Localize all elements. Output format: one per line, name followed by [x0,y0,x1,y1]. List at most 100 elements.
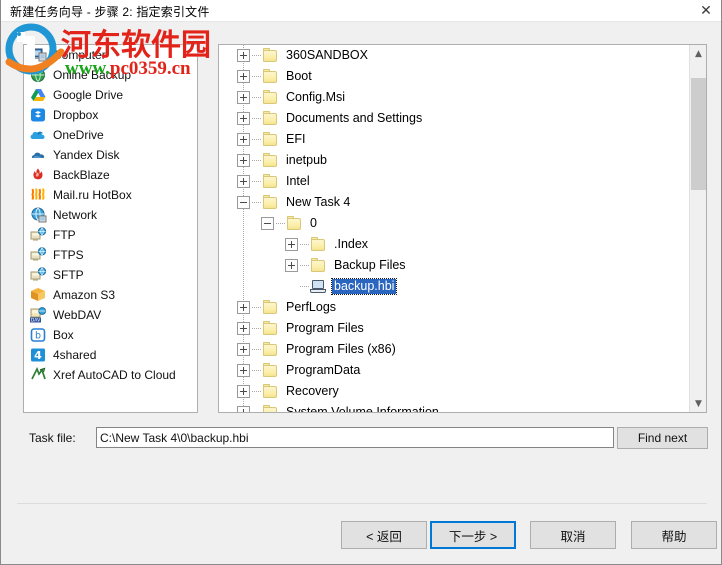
tree-connector-line [252,328,261,329]
tree-expand-plus-icon[interactable] [237,301,250,314]
tree-collapse-minus-icon[interactable] [237,196,250,209]
folder-icon [262,342,279,357]
sidebar-item-label: WebDAV [53,308,102,322]
tree-folder-node[interactable]: inetpub [219,150,690,171]
sidebar-item-4shared[interactable]: 4 4shared [24,345,197,365]
back-button[interactable]: < 返回 [341,521,427,549]
sidebar-item-label: Computer [53,48,106,62]
sidebar-item-label: Amazon S3 [53,288,116,302]
tree-node-label: System Volume Information [284,405,441,412]
folder-icon [262,195,279,210]
sidebar-item-label: Dropbox [53,108,99,122]
tree-connector-line [252,97,261,98]
tree-folder-node[interactable]: System Volume Information [219,402,690,412]
sidebar-item-sftp[interactable]: SFTP [24,265,197,285]
tree-folder-node[interactable]: .Index [219,234,690,255]
folder-icon [262,69,279,84]
tree-node-label: .Index [334,237,369,252]
tree-folder-node[interactable]: Program Files [219,318,690,339]
tree-folder-node[interactable]: 0 [219,213,690,234]
tree-expand-plus-icon[interactable] [237,70,250,83]
tree-expand-plus-icon[interactable] [237,133,250,146]
tree-folder-node[interactable]: ProgramData [219,360,690,381]
tree-file-node[interactable]: backup.hbi [219,276,690,297]
next-button[interactable]: 下一步 > [430,521,516,549]
folder-icon [262,363,279,378]
help-button[interactable]: 帮助 [631,521,717,549]
backblaze-flame-icon [30,167,47,183]
close-icon[interactable]: ✕ [689,0,721,22]
tree-expand-plus-icon[interactable] [237,154,250,167]
tree-folder-node[interactable]: Recovery [219,381,690,402]
tree-expand-plus-icon[interactable] [237,112,250,125]
xref-autocad-icon [30,367,47,383]
tree-node-label: PerfLogs [286,300,337,315]
tree-folder-node[interactable]: New Task 4 [219,192,690,213]
task-file-label: Task file: [29,431,76,445]
chevron-up-icon[interactable]: ▲ [690,45,706,62]
tree-expand-plus-icon[interactable] [237,322,250,335]
places-sidebar[interactable]: Computer Online Backup Google Drive Dropbox… [23,44,198,413]
sidebar-item-onedrive[interactable]: OneDrive [24,125,197,145]
task-file-input[interactable] [96,427,614,448]
tree-node-label: Boot [286,69,312,84]
scrollbar-thumb[interactable] [691,78,706,190]
tree-folder-node[interactable]: 360SANDBOX [219,45,690,66]
sidebar-item-box[interactable]: b Box [24,325,197,345]
sidebar-item-mail-ru-hotbox[interactable]: Mail.ru HotBox [24,185,197,205]
tree-expand-plus-icon[interactable] [237,385,250,398]
tree-node-label: 0 [310,216,317,231]
sidebar-item-yandex-disk[interactable]: Yandex Disk [24,145,197,165]
folder-icon [262,300,279,315]
tree-connector-line [252,76,261,77]
sidebar-item-google-drive[interactable]: Google Drive [24,85,197,105]
tree-expand-plus-icon[interactable] [237,49,250,62]
tree-folder-node[interactable]: Program Files (x86) [219,339,690,360]
tree-folder-node[interactable]: Config.Msi [219,87,690,108]
4shared-icon: 4 [30,347,47,363]
sidebar-item-label: OneDrive [53,128,104,142]
sidebar-item-amazon-s3[interactable]: Amazon S3 [24,285,197,305]
tree-connector-line [276,223,285,224]
sidebar-item-computer[interactable]: Computer [24,45,197,65]
tree-expand-plus-icon[interactable] [237,406,250,412]
tree-expand-plus-icon[interactable] [285,238,298,251]
tree-folder-node[interactable]: Boot [219,66,690,87]
tree-folder-node[interactable]: Intel [219,171,690,192]
folder-tree-panel[interactable]: 360SANDBOX Boot Config.Msi Documents and Se… [218,44,707,413]
google-drive-icon [30,87,47,103]
folder-icon [310,258,327,273]
sidebar-item-network[interactable]: Network [24,205,197,225]
sidebar-item-webdav[interactable]: DAV WebDAV [24,305,197,325]
folder-icon [262,153,279,168]
cancel-button[interactable]: 取消 [530,521,616,549]
tree-folder-node[interactable]: PerfLogs [219,297,690,318]
tree-folder-node[interactable]: Documents and Settings [219,108,690,129]
chevron-down-icon[interactable]: ▼ [690,395,706,412]
sidebar-item-label: Google Drive [53,88,124,102]
tree-expand-plus-icon[interactable] [237,175,250,188]
ftp-icon [30,227,47,243]
sidebar-item-ftp[interactable]: FTP [24,225,197,245]
tree-node-label: EFI [286,132,306,147]
tree-vertical-scrollbar[interactable]: ▲ ▼ [689,45,706,412]
folder-tree-list[interactable]: 360SANDBOX Boot Config.Msi Documents and Se… [219,45,690,412]
tree-folder-node[interactable]: Backup Files [219,255,690,276]
tree-expand-plus-icon[interactable] [237,364,250,377]
sidebar-item-online-backup[interactable]: Online Backup [24,65,197,85]
sidebar-item-label: FTPS [53,248,84,262]
find-next-button[interactable]: Find next [617,427,708,449]
tree-expand-plus-icon[interactable] [237,91,250,104]
tree-expand-plus-icon[interactable] [285,259,298,272]
tree-folder-node[interactable]: EFI [219,129,690,150]
sidebar-item-label: 4shared [53,348,97,362]
sidebar-item-backblaze[interactable]: BackBlaze [24,165,197,185]
sidebar-item-dropbox[interactable]: Dropbox [24,105,197,125]
sidebar-item-ftps[interactable]: FTPS [24,245,197,265]
tree-collapse-minus-icon[interactable] [261,217,274,230]
hbi-file-icon [310,279,328,294]
sidebar-item-xref-autocad-to-cloud[interactable]: Xref AutoCAD to Cloud [24,365,197,385]
tree-expand-plus-icon[interactable] [237,343,250,356]
tree-connector-line [252,181,261,182]
tree-connector-line [252,370,261,371]
